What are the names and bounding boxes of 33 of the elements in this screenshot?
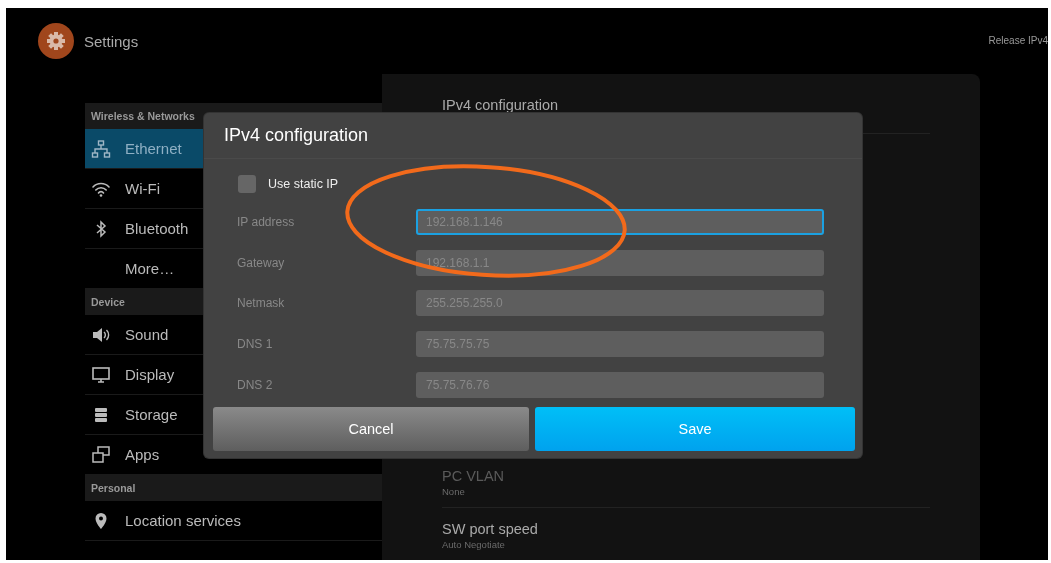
item-label: Sound bbox=[125, 326, 169, 343]
field-label: Gateway bbox=[237, 255, 286, 270]
checkbox-label: Use static IP bbox=[268, 177, 339, 191]
settings-gear-icon[interactable] bbox=[38, 23, 74, 59]
row-title[interactable]: SW port speed bbox=[442, 521, 538, 537]
section-title: Personal bbox=[91, 482, 136, 494]
item-label: Bluetooth bbox=[125, 220, 189, 237]
item-label: Location services bbox=[125, 512, 241, 529]
field-label: IP address bbox=[237, 215, 296, 230]
cancel-button[interactable]: Cancel bbox=[213, 406, 529, 451]
item-label: Wi-Fi bbox=[125, 180, 160, 197]
monitor-icon bbox=[91, 364, 111, 385]
section-title: Device bbox=[91, 296, 125, 308]
field-label: Netmask bbox=[237, 296, 286, 311]
row-title[interactable]: IPv4 configuration bbox=[442, 96, 559, 113]
save-button[interactable]: Save bbox=[535, 406, 855, 451]
field-label: DNS 2 bbox=[237, 377, 274, 392]
checkbox[interactable] bbox=[238, 175, 256, 193]
windows-icon bbox=[91, 444, 111, 465]
item-label: Storage bbox=[125, 406, 178, 423]
row-summary: Auto Negotiate bbox=[442, 539, 505, 550]
item-label: Display bbox=[125, 366, 175, 383]
field-label: DNS 1 bbox=[237, 337, 274, 352]
item-label: Ethernet bbox=[125, 140, 182, 157]
row-summary: None bbox=[442, 485, 465, 497]
network-icon bbox=[91, 138, 111, 159]
app-title: Settings bbox=[84, 32, 139, 50]
release-action[interactable]: Release IPv4 bbox=[988, 35, 1048, 46]
sidebar-item[interactable]: Location services bbox=[85, 501, 382, 541]
section-title: Wireless & Networks bbox=[91, 110, 195, 122]
item-label: Apps bbox=[125, 446, 160, 463]
dialog-title: IPv4 configuration bbox=[224, 125, 369, 146]
item-label: More… bbox=[125, 260, 175, 277]
